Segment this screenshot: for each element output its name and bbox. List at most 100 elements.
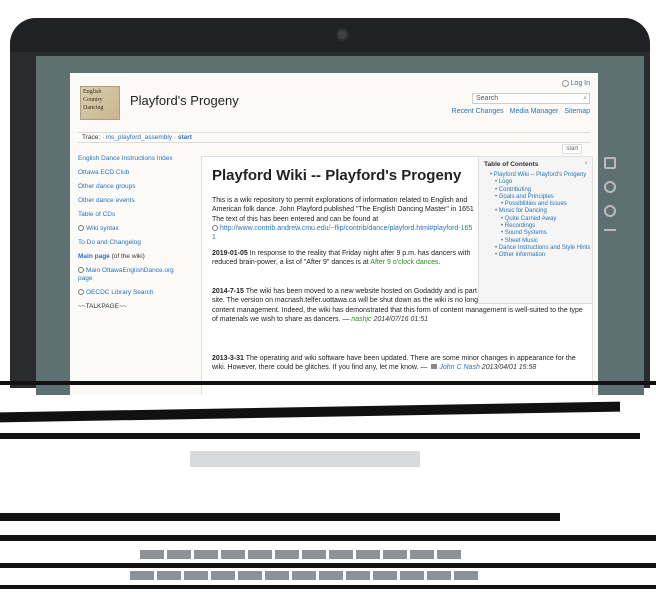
sidebar-item-dance-index[interactable]: English Dance Instructions Index bbox=[78, 155, 190, 163]
start-tab[interactable]: start bbox=[562, 144, 582, 154]
page-title: Playford Wiki -- Playford's Progeny bbox=[212, 167, 462, 184]
key bbox=[130, 571, 154, 580]
key bbox=[410, 550, 434, 559]
toc-item[interactable]: • Sound Systems bbox=[479, 230, 592, 237]
breadcrumb-item[interactable]: ins_playford_assembly bbox=[106, 134, 172, 141]
after-9-link[interactable]: After 9 o'clock dances bbox=[370, 259, 438, 266]
old-revisions-icon[interactable] bbox=[604, 181, 616, 193]
toc-item[interactable]: • Logo bbox=[479, 179, 592, 186]
news-date: 2013-3-31 bbox=[212, 355, 244, 362]
sidebar-item-note: (of the wiki) bbox=[111, 253, 145, 260]
key bbox=[454, 571, 478, 580]
key-row bbox=[140, 550, 461, 559]
toc-item[interactable]: • Quite Carried Away bbox=[479, 216, 592, 223]
toc-title: Table of Contents bbox=[484, 161, 539, 168]
sidebar-item-todo[interactable]: To Do and Changelog bbox=[78, 239, 190, 247]
globe-icon bbox=[78, 267, 84, 273]
login-link[interactable]: Log In bbox=[561, 80, 590, 87]
user-link-nashjc[interactable]: nashjc bbox=[351, 316, 371, 323]
playford-link[interactable]: http://www.contrib.andrew.cmu.edu/~flip/… bbox=[212, 225, 472, 241]
key bbox=[383, 550, 407, 559]
sidebar-item-other-events[interactable]: Other dance events bbox=[78, 197, 190, 205]
sidebar-item-table-of-cds[interactable]: Table of CDs bbox=[78, 211, 190, 219]
trackpad bbox=[190, 451, 420, 467]
news-timestamp: 2014/07/16 01:51 bbox=[373, 315, 428, 323]
deck-stripe bbox=[0, 401, 620, 423]
key bbox=[400, 571, 424, 580]
sidebar-item-main-page[interactable]: Main page (of the wiki) bbox=[78, 253, 190, 261]
site-logo[interactable]: English Country Dancing bbox=[80, 86, 120, 120]
key bbox=[356, 550, 380, 559]
toc-list: • Playford Wiki -- Playford's Progeny • L… bbox=[479, 172, 592, 260]
toc-item[interactable]: • Other information bbox=[479, 252, 592, 259]
table-of-contents: Table of Contents × • Playford Wiki -- P… bbox=[478, 157, 592, 304]
key bbox=[167, 550, 191, 559]
sidebar-item-other-groups[interactable]: Other dance groups bbox=[78, 183, 190, 191]
user-link-john-c-nash[interactable]: John C Nash bbox=[439, 364, 479, 371]
news-2013: 2013-3-31 The operating and wiki softwar… bbox=[212, 354, 584, 373]
key bbox=[221, 550, 245, 559]
show-pagesource-icon[interactable] bbox=[604, 157, 616, 169]
webcam-icon bbox=[338, 30, 347, 39]
page-tools bbox=[600, 157, 620, 253]
toc-item[interactable]: • Dance Instructions and Style Hints bbox=[479, 245, 592, 252]
screen-glitch-stripe bbox=[0, 381, 656, 385]
key bbox=[302, 550, 326, 559]
login-label: Log In bbox=[570, 80, 590, 87]
toc-item[interactable]: • Playford Wiki -- Playford's Progeny bbox=[479, 172, 592, 179]
globe-icon bbox=[78, 289, 84, 295]
key bbox=[194, 550, 218, 559]
breadcrumb-label: Trace: bbox=[82, 134, 101, 141]
search-input[interactable]: Search ⌕ bbox=[472, 93, 590, 104]
sidebar-item-label: Wiki syntax bbox=[86, 225, 119, 232]
backlinks-icon[interactable] bbox=[604, 205, 616, 217]
main-content: Playford Wiki -- Playford's Progeny This… bbox=[201, 156, 616, 406]
key bbox=[211, 571, 235, 580]
mail-icon bbox=[431, 364, 438, 370]
media-manager-link[interactable]: Media Manager bbox=[510, 108, 559, 115]
login-icon bbox=[561, 80, 569, 87]
key bbox=[157, 571, 181, 580]
breadcrumb-current[interactable]: start bbox=[178, 134, 192, 141]
toc-item[interactable]: • Sheet Music bbox=[479, 238, 592, 245]
key bbox=[248, 550, 272, 559]
key bbox=[265, 571, 289, 580]
key bbox=[275, 550, 299, 559]
sidebar-item-label: Main OttawaEnglishDance.org page bbox=[78, 267, 174, 282]
back-to-top-icon[interactable] bbox=[604, 229, 616, 241]
news-date: 2019-01-05 bbox=[212, 250, 248, 257]
key bbox=[373, 571, 397, 580]
wiki-page: English Country Dancing Playford's Proge… bbox=[70, 73, 616, 406]
deck-stripe bbox=[0, 513, 560, 521]
toc-item[interactable]: • Goals and Principles bbox=[479, 194, 592, 201]
deck-stripe bbox=[0, 563, 656, 568]
toc-item[interactable]: • Possibilities and Issues bbox=[479, 201, 592, 208]
sitemap-link[interactable]: Sitemap bbox=[564, 108, 590, 115]
site-title[interactable]: Playford's Progeny bbox=[130, 93, 239, 108]
logo-line: Dancing bbox=[83, 105, 104, 111]
toc-item[interactable]: • Music for Dancing bbox=[479, 208, 592, 215]
logo-line: English bbox=[83, 89, 102, 95]
sidebar-item-wiki-syntax[interactable]: Wiki syntax bbox=[78, 225, 190, 233]
globe-icon bbox=[78, 225, 84, 231]
toc-item[interactable]: • Contributing bbox=[479, 187, 592, 194]
search-icon[interactable]: ⌕ bbox=[583, 95, 587, 103]
sidebar-item-label: Main page bbox=[78, 253, 110, 260]
search-placeholder: Search bbox=[476, 95, 499, 102]
deck-stripe bbox=[0, 433, 640, 439]
recent-changes-link[interactable]: Recent Changes bbox=[452, 108, 504, 115]
key bbox=[329, 550, 353, 559]
key bbox=[292, 571, 316, 580]
toc-item[interactable]: • Recordings bbox=[479, 223, 592, 230]
key bbox=[140, 550, 164, 559]
news-timestamp: 2013/04/01 15:58 bbox=[481, 364, 537, 372]
key bbox=[346, 571, 370, 580]
sidebar-item-main-org[interactable]: Main OttawaEnglishDance.org page bbox=[78, 267, 190, 283]
logo-line: Country bbox=[83, 97, 103, 103]
sidebar-item-label: OECDC Library Search bbox=[86, 289, 154, 296]
key-row bbox=[130, 571, 478, 580]
sidebar-item-ecd-club[interactable]: Ottawa ECD Club bbox=[78, 169, 190, 177]
toc-close-icon[interactable]: × bbox=[584, 161, 588, 167]
sidebar-item-library[interactable]: OECDC Library Search bbox=[78, 289, 190, 297]
key bbox=[184, 571, 208, 580]
